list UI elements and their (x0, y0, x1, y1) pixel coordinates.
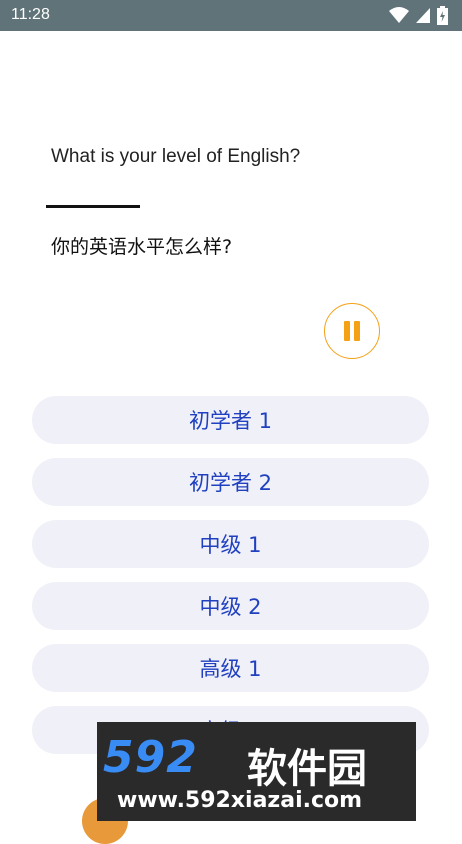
question-chinese: 你的英语水平怎么样? (51, 236, 233, 258)
pause-icon (344, 321, 360, 341)
question-divider (46, 205, 140, 208)
watermark-brand: 软件园 (247, 746, 367, 792)
answer-option-label: 中级 2 (199, 595, 262, 619)
wifi-icon (389, 7, 409, 23)
answer-option[interactable]: 初学者 2 (32, 458, 429, 506)
answer-option-label: 中级 1 (199, 533, 262, 557)
audio-pause-button[interactable] (324, 303, 380, 359)
status-time: 11:28 (11, 6, 50, 23)
answer-option-label: 高级 1 (199, 657, 262, 681)
answer-option[interactable]: 初学者 1 (32, 396, 429, 444)
answer-option-label: 初学者 1 (188, 409, 273, 433)
answer-option[interactable]: 中级 2 (32, 582, 429, 630)
cellular-signal-icon (416, 8, 430, 23)
answer-option[interactable]: 中级 1 (32, 520, 429, 568)
answer-option-label: 初学者 2 (188, 471, 273, 495)
watermark-url: www.592xiazai.com (117, 788, 363, 813)
question-english: What is your level of English? (51, 146, 301, 167)
watermark-overlay: 592 软件园 www.592xiazai.com (97, 722, 416, 821)
answer-option[interactable]: 高级 1 (32, 644, 429, 692)
status-bar: 11:28 (0, 0, 462, 31)
battery-charging-icon (437, 6, 448, 25)
status-icons (383, 6, 448, 26)
watermark-logo: 592 (103, 732, 198, 783)
